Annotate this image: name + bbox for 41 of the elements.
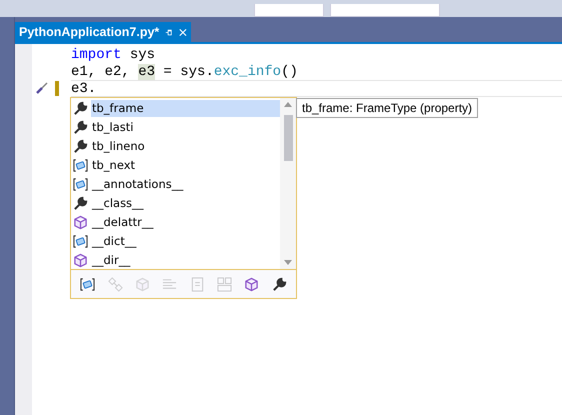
completion-item[interactable]: tb_frame xyxy=(91,100,280,117)
completion-item[interactable]: tb_lineno xyxy=(91,138,280,155)
completion-item[interactable]: tb_lasti xyxy=(91,119,280,136)
cube-icon xyxy=(134,276,150,292)
wrench-icon xyxy=(73,101,88,116)
cube-icon xyxy=(73,215,88,230)
wrench-icon xyxy=(272,276,287,292)
document-tab[interactable]: PythonApplication7.py* xyxy=(15,22,191,42)
code-line: import sys xyxy=(71,47,156,64)
completion-item[interactable]: __dir__ xyxy=(91,252,280,269)
pin-icon[interactable] xyxy=(165,28,174,36)
field-icon xyxy=(73,158,88,173)
completion-item[interactable]: tb_next xyxy=(91,157,280,174)
wrench-icon xyxy=(73,120,88,135)
tooltip: tb_frame: FrameType (property) xyxy=(296,98,478,118)
code-line: e1, e2, e3 = sys.exc_info() xyxy=(71,64,299,80)
cube-icon xyxy=(73,253,88,268)
field-icon xyxy=(80,276,96,292)
field-icon xyxy=(73,234,88,249)
completion-item[interactable]: __delattr__ xyxy=(91,214,280,231)
scroll-up-icon[interactable] xyxy=(284,102,292,107)
close-icon[interactable] xyxy=(179,28,187,36)
scroll-thumb[interactable] xyxy=(284,115,293,161)
configuration-dropdown[interactable] xyxy=(254,4,324,17)
code-line: e3. xyxy=(71,80,562,96)
link-icon xyxy=(108,276,123,292)
code-editor[interactable]: import sys e1, e2, e3 = sys.exc_info() e3. tb_frame tb_lasti tb_lineno tb_next __annotations__ __class__ __delattr__ __dict__ __dir__ tb_frame: FrameType (property) xyxy=(15,44,562,415)
completion-item[interactable]: __annotations__ xyxy=(91,176,280,193)
wrench-icon xyxy=(73,139,88,154)
completion-item[interactable]: __class__ xyxy=(91,195,280,212)
grid-icon xyxy=(217,276,232,292)
scrollbar[interactable] xyxy=(280,98,296,269)
completion-item[interactable]: __dict__ xyxy=(91,233,280,250)
document-icon xyxy=(190,276,204,292)
screwdriver-icon[interactable] xyxy=(35,81,49,96)
cube-icon xyxy=(244,276,260,292)
scroll-down-icon[interactable] xyxy=(284,260,292,265)
field-icon xyxy=(73,177,88,192)
wrench-icon xyxy=(73,196,88,211)
lines-icon xyxy=(162,276,178,292)
platform-dropdown[interactable] xyxy=(330,4,440,17)
